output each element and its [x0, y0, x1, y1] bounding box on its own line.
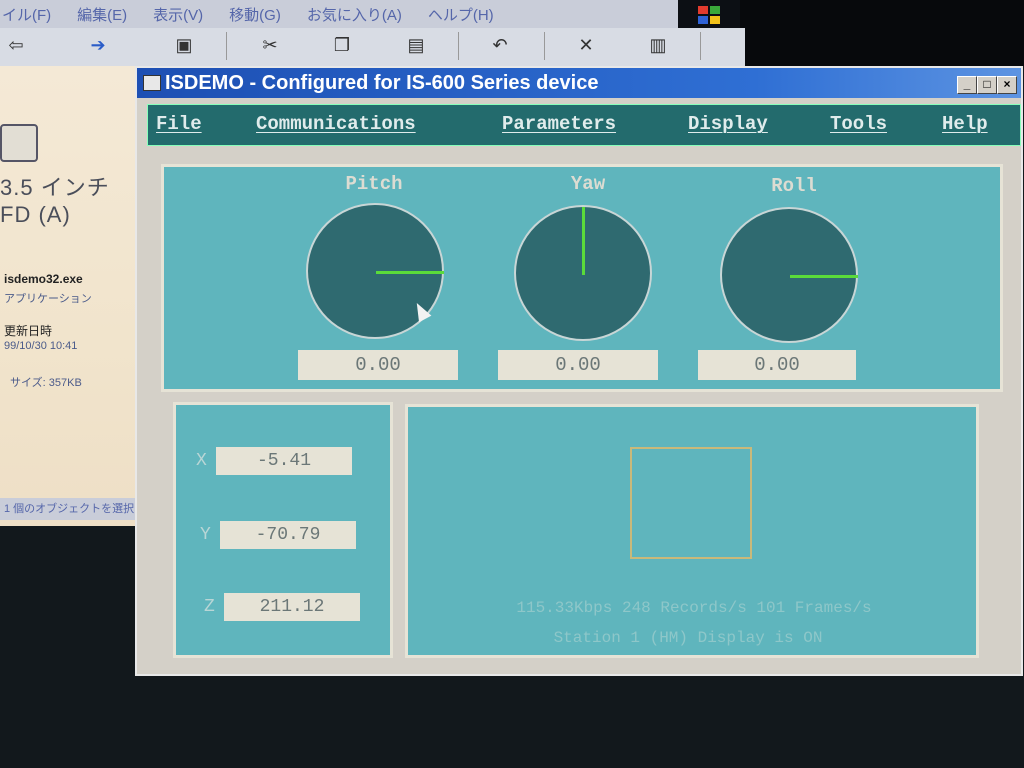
- pitch-needle: [376, 271, 444, 274]
- menu-help[interactable]: Help: [942, 113, 988, 135]
- explorer-menu-help[interactable]: ヘルプ(H): [428, 4, 494, 25]
- roll-label: Roll: [771, 175, 817, 197]
- properties-icon[interactable]: ▥: [644, 34, 672, 56]
- modified-value: 99/10/30 10:41: [4, 340, 78, 352]
- station-status: Station 1 (HM) Display is ON: [553, 629, 823, 647]
- back-icon[interactable]: ⇦: [2, 34, 30, 56]
- roll-needle: [790, 275, 858, 278]
- explorer-toolbar: ⇦ ➔ ▣ ✂ ❐ ▤ ↶ ✕ ▥: [0, 28, 745, 67]
- modified-label: 更新日時: [4, 324, 53, 338]
- app-icon[interactable]: [143, 75, 161, 91]
- file-size: サイズ: 357KB: [10, 377, 82, 389]
- explorer-menu-view[interactable]: 表示(V): [153, 4, 203, 25]
- explorer-menu-edit[interactable]: 編集(E): [77, 4, 127, 25]
- floppy-drive-icon: [0, 124, 38, 162]
- minimize-button[interactable]: _: [957, 76, 977, 94]
- forward-icon[interactable]: ➔: [84, 34, 112, 56]
- cut-icon[interactable]: ✂: [256, 34, 284, 56]
- x-axis-label: X: [196, 451, 207, 471]
- desktop-background: [740, 0, 1024, 66]
- menu-parameters[interactable]: Parameters: [502, 113, 616, 135]
- explorer-menu-favorites[interactable]: お気に入り(A): [307, 4, 402, 25]
- tracking-display-panel: 115.33Kbps 248 Records/s 101 Frames/s St…: [405, 404, 979, 658]
- yaw-needle: [582, 207, 585, 275]
- menu-tools[interactable]: Tools: [830, 113, 887, 135]
- menu-communications[interactable]: Communications: [256, 113, 416, 135]
- drive-name-line1: 3.5 インチ: [0, 175, 110, 200]
- paste-icon[interactable]: ▤: [402, 34, 430, 56]
- z-axis-label: Z: [204, 597, 215, 617]
- position-panel: X -5.41 Y -70.79 Z 211.12: [173, 402, 393, 658]
- undo-icon[interactable]: ↶: [486, 34, 514, 56]
- roll-value: 0.00: [698, 350, 856, 380]
- yaw-gauge: [514, 205, 652, 341]
- z-value: 211.12: [224, 593, 360, 621]
- explorer-menu-file[interactable]: イル(F): [2, 4, 51, 25]
- maximize-button[interactable]: □: [977, 76, 997, 94]
- close-button[interactable]: ×: [997, 76, 1017, 94]
- windows-logo-icon: [678, 0, 740, 30]
- pitch-label: Pitch: [345, 173, 403, 195]
- explorer-menu-go[interactable]: 移動(G): [229, 4, 281, 25]
- folder-icon[interactable]: ▣: [170, 34, 198, 56]
- explorer-menubar: イル(F) 編集(E) 表示(V) 移動(G) お気に入り(A) ヘルプ(H): [0, 0, 680, 28]
- menu-file[interactable]: File: [156, 113, 202, 135]
- isdemo-window: ISDEMO - Configured for IS-600 Series de…: [135, 66, 1023, 676]
- yaw-label: Yaw: [570, 173, 606, 195]
- window-title: ISDEMO - Configured for IS-600 Series de…: [165, 72, 599, 94]
- x-value: -5.41: [216, 447, 352, 475]
- copy-icon[interactable]: ❐: [328, 34, 356, 56]
- selected-file-name: isdemo32.exe: [4, 272, 83, 286]
- delete-icon[interactable]: ✕: [572, 34, 600, 56]
- title-bar[interactable]: ISDEMO - Configured for IS-600 Series de…: [137, 68, 1021, 98]
- y-value: -70.79: [220, 521, 356, 549]
- selected-file-type: アプリケーション: [4, 293, 92, 305]
- menu-display[interactable]: Display: [688, 113, 768, 135]
- tracking-target-box: [630, 447, 752, 559]
- app-menubar: File Communications Parameters Display T…: [147, 104, 1021, 146]
- throughput-status: 115.33Kbps 248 Records/s 101 Frames/s: [516, 599, 872, 617]
- y-axis-label: Y: [200, 525, 211, 545]
- drive-name-line2: FD (A): [0, 202, 71, 227]
- yaw-value: 0.00: [498, 350, 658, 380]
- pitch-value: 0.00: [298, 350, 458, 380]
- roll-gauge: [720, 207, 858, 343]
- orientation-panel: Pitch Yaw Roll 0.00 0.00 0.00: [161, 164, 1003, 392]
